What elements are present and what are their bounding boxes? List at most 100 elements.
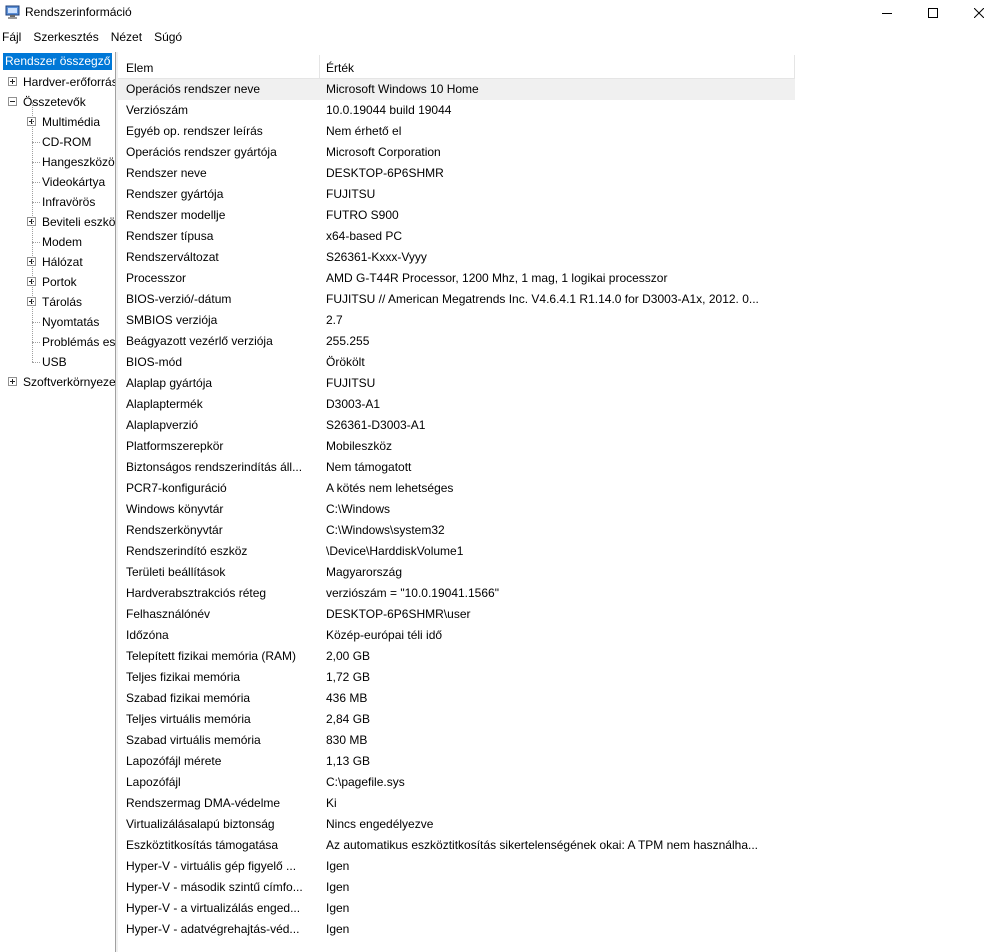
table-row[interactable]: Processzor AMD G-T44R Processor, 1200 Mhz… [118,268,795,289]
expand-icon[interactable] [8,77,17,86]
menu-file[interactable]: Fájl [0,27,25,47]
tree-item[interactable]: Szoftverkörnyezet [0,372,115,392]
table-row[interactable]: Rendszer típusa x64-based PC [118,226,795,247]
tree-item-label: Portok [42,275,77,289]
table-row[interactable]: Hyper-V - második szintű címfo... Igen [118,877,795,898]
table-row[interactable]: PCR7-konfiguráció A kötés nem lehetséges [118,478,795,499]
table-row[interactable]: Rendszer neve DESKTOP-6P6SHMR [118,163,795,184]
table-row[interactable]: Windows könyvtár C:\Windows [118,499,795,520]
column-header-value[interactable]: Érték [320,55,795,79]
item-cell: Rendszerindító eszköz [126,544,248,558]
tree-connector [32,102,33,362]
table-row[interactable]: Hyper-V - a virtualizálás enged... Igen [118,898,795,919]
table-row[interactable]: Időzóna Közép-európai téli idő [118,625,795,646]
table-row[interactable]: Platformszerepkör Mobileszköz [118,436,795,457]
table-row[interactable]: Alaplaptermék D3003-A1 [118,394,795,415]
table-row[interactable]: Virtualizálásalapú biztonság Nincs engedé… [118,814,795,835]
item-cell: Teljes fizikai memória [126,670,241,684]
table-row[interactable]: Hyper-V - virtuális gép figyelő ... Igen [118,856,795,877]
tree-item[interactable]: Videokártya [0,172,115,192]
tree-item[interactable]: Összetevők [0,92,115,112]
value-cell: Nem támogatott [326,460,412,474]
tree-item[interactable]: Nyomtatás [0,312,115,332]
table-row[interactable]: Rendszerindító eszköz \Device\HarddiskVol… [118,541,795,562]
table-row[interactable]: Lapozófájl mérete 1,13 GB [118,751,795,772]
minimize-button[interactable] [864,0,910,26]
tree-item[interactable]: Tárolás [0,292,115,312]
table-row[interactable]: Rendszerváltozat S26361-Kxxx-Vyyy [118,247,795,268]
item-cell: Processzor [126,271,187,285]
tree-connector [32,362,40,363]
table-row[interactable]: Operációs rendszer neve Microsoft Windows… [118,79,795,100]
category-tree[interactable]: Rendszer összegző Hardver-erőforrások Össz… [0,52,116,952]
tree-item-label: Multimédia [42,115,101,129]
close-button[interactable] [956,0,999,26]
table-row[interactable]: Hardverabsztrakciós réteg verziószám = "1… [118,583,795,604]
column-header-row: Elem Érték [118,55,795,79]
table-row[interactable]: Rendszerkönyvtár C:\Windows\system32 [118,520,795,541]
tree-item[interactable]: CD-ROM [0,132,115,152]
table-row[interactable]: Területi beállítások Magyarország [118,562,795,583]
table-row[interactable]: Biztonságos rendszerindítás áll... Nem tá… [118,457,795,478]
details-list[interactable]: Elem Érték Operációs rendszer neve Micros… [118,52,999,952]
table-row[interactable]: BIOS-mód Örökölt [118,352,795,373]
table-row[interactable]: Egyéb op. rendszer leírás Nem érhető el [118,121,795,142]
table-row[interactable]: Felhasználónév DESKTOP-6P6SHMR\user [118,604,795,625]
tree-item[interactable]: Beviteli eszközök [0,212,115,232]
table-row[interactable]: Rendszer gyártója FUJITSU [118,184,795,205]
table-row[interactable]: Lapozófájl C:\pagefile.sys [118,772,795,793]
item-cell: Eszköztitkosítás támogatása [126,838,279,852]
table-row[interactable]: Szabad virtuális memória 830 MB [118,730,795,751]
tree-item-label: USB [42,355,67,369]
value-cell: FUJITSU [326,187,376,201]
tree-item[interactable]: Portok [0,272,115,292]
tree-connector [32,182,40,183]
expand-icon[interactable] [8,377,17,386]
item-cell: PCR7-konfiguráció [126,481,227,495]
table-row[interactable]: Teljes virtuális memória 2,84 GB [118,709,795,730]
value-cell: AMD G-T44R Processor, 1200 Mhz, 1 mag, 1… [326,271,668,285]
maximize-button[interactable] [910,0,956,26]
value-cell: A kötés nem lehetséges [326,481,454,495]
table-row[interactable]: Eszköztitkosítás támogatása Az automatiku… [118,835,795,856]
tree-item[interactable]: Modem [0,232,115,252]
table-row[interactable]: Rendszer modellje FUTRO S900 [118,205,795,226]
value-cell: 1,72 GB [326,670,371,684]
tree-item-label: Problémás eszközök [42,335,116,349]
item-cell: Rendszerkönyvtár [126,523,223,537]
table-row[interactable]: Alaplap gyártója FUJITSU [118,373,795,394]
table-row[interactable]: Szabad fizikai memória 436 MB [118,688,795,709]
menu-view[interactable]: Nézet [108,27,146,47]
value-cell: FUJITSU // American Megatrends Inc. V4.6… [326,292,759,306]
item-cell: Hyper-V - második szintű címfo... [126,880,303,894]
table-row[interactable]: Beágyazott vezérlő verziója 255.255 [118,331,795,352]
item-cell: Teljes virtuális memória [126,712,251,726]
table-row[interactable]: Hyper-V - adatvégrehajtás-véd... Igen [118,919,795,940]
tree-item[interactable]: Hálózat [0,252,115,272]
tree-item[interactable]: Hardver-erőforrások [0,72,115,92]
tree-item[interactable]: Hangeszközök [0,152,115,172]
value-cell: 2,00 GB [326,649,371,663]
tree-item[interactable]: Multimédia [0,112,115,132]
table-row[interactable]: Alaplapverzió S26361-D3003-A1 [118,415,795,436]
table-row[interactable]: Telepített fizikai memória (RAM) 2,00 GB [118,646,795,667]
table-row[interactable]: Verziószám 10.0.19044 build 19044 [118,100,795,121]
value-cell: Microsoft Corporation [326,145,441,159]
column-header-item[interactable]: Elem [118,55,320,79]
table-row[interactable]: Operációs rendszer gyártója Microsoft Cor… [118,142,795,163]
collapse-icon[interactable] [8,97,17,106]
table-row[interactable]: Rendszermag DMA-védelme Ki [118,793,795,814]
tree-item-label: Videokártya [42,175,106,189]
menu-help[interactable]: Súgó [151,27,186,47]
item-cell: BIOS-mód [126,355,183,369]
table-row[interactable]: BIOS-verzió/-dátum FUJITSU // American Me… [118,289,795,310]
table-row[interactable]: Teljes fizikai memória 1,72 GB [118,667,795,688]
tree-item[interactable]: USB [0,352,115,372]
menu-edit[interactable]: Szerkesztés [30,27,102,47]
table-row[interactable]: SMBIOS verziója 2.7 [118,310,795,331]
item-cell: Hyper-V - virtuális gép figyelő ... [126,859,297,873]
title-bar[interactable]: Rendszerinformáció [0,0,999,26]
tree-item[interactable]: Infravörös [0,192,115,212]
tree-item[interactable]: Problémás eszközök [0,332,116,352]
tree-item[interactable]: Rendszer összegző [0,52,115,72]
